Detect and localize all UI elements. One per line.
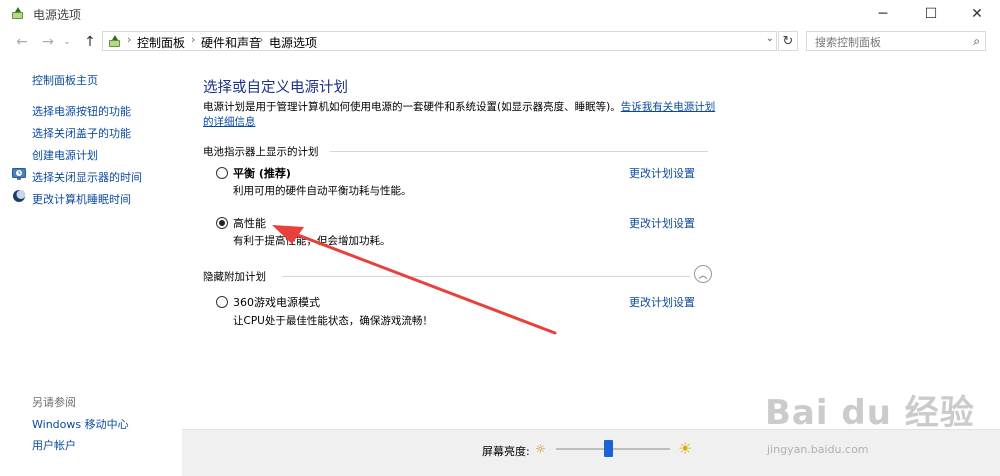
plan-360-game-name[interactable]: 360游戏电源模式 <box>233 294 320 310</box>
collapse-chevron-icon[interactable]: ︿ <box>694 265 712 283</box>
sidebar-item-create-plan[interactable]: 创建电源计划 <box>32 147 98 163</box>
search-box[interactable]: ⌕ <box>806 31 986 51</box>
moon-icon <box>13 190 26 202</box>
see-also-heading: 另请参阅 <box>32 396 76 409</box>
bright-sun-icon: ☀ <box>678 439 693 458</box>
breadcrumb-separator: › <box>191 33 196 46</box>
forward-arrow-icon[interactable]: → <box>38 32 58 52</box>
battery-plans-heading: 电池指示器上显示的计划 <box>203 146 319 158</box>
sidebar-item-sleep-time[interactable]: 更改计算机睡眠时间 <box>32 191 131 207</box>
plan-360-game-radio[interactable] <box>216 296 228 308</box>
plan-360-game-settings-link[interactable]: 更改计划设置 <box>629 294 695 310</box>
power-options-icon <box>12 7 23 19</box>
back-arrow-icon[interactable]: ← <box>12 32 32 52</box>
breadcrumb-separator: › <box>127 33 132 46</box>
plan-high-performance-radio[interactable] <box>216 217 228 229</box>
control-panel-icon <box>109 35 120 47</box>
section-divider <box>282 276 690 277</box>
address-dropdown-icon[interactable]: ⌄ <box>766 33 774 44</box>
section-divider <box>330 151 708 152</box>
page-description: 电源计划是用于管理计算机如何使用电源的一套硬件和系统设置(如显示器亮度、睡眠等)… <box>203 100 723 130</box>
breadcrumb-hardware-sound[interactable]: 硬件和声音 <box>201 34 261 51</box>
plan-balanced-name[interactable]: 平衡 (推荐) <box>233 165 291 181</box>
sidebar-item-power-button[interactable]: 选择电源按钮的功能 <box>32 103 131 119</box>
plan-360-game-description: 让CPU处于最佳性能状态，确保游戏流畅！ <box>233 315 433 327</box>
breadcrumb-separator: › <box>259 33 264 46</box>
search-input[interactable] <box>813 33 967 51</box>
brightness-label: 屏幕亮度: <box>482 445 530 458</box>
sidebar: 控制面板主页 选择电源按钮的功能 选择关闭盖子的功能 创建电源计划 选择关闭显示… <box>0 56 182 476</box>
description-text: 电源计划是用于管理计算机如何使用电源的一套硬件和系统设置(如显示器亮度、睡眠等)… <box>203 101 621 113</box>
brightness-bar: 屏幕亮度: ☼ ☀ <box>182 429 1000 476</box>
hidden-plans-heading: 隐藏附加计划 <box>203 271 266 283</box>
sidebar-item-control-panel-home[interactable]: 控制面板主页 <box>32 72 98 88</box>
plan-balanced-settings-link[interactable]: 更改计划设置 <box>629 165 695 181</box>
plan-balanced-radio[interactable] <box>216 167 228 179</box>
plan-high-performance-description: 有利于提高性能，但会增加功耗。 <box>233 235 391 247</box>
recent-locations-chevron-icon[interactable]: ⌄ <box>60 32 74 52</box>
see-also-user-accounts[interactable]: 用户帐户 <box>32 437 76 453</box>
window-title: 电源选项 <box>33 8 82 22</box>
search-icon[interactable]: ⌕ <box>973 34 980 49</box>
maximize-button[interactable]: ☐ <box>908 0 954 28</box>
breadcrumb-control-panel[interactable]: 控制面板 <box>137 34 185 51</box>
refresh-icon[interactable]: ↻ <box>778 31 798 51</box>
dim-sun-icon: ☼ <box>535 442 546 456</box>
monitor-clock-icon <box>12 168 26 180</box>
minimize-button[interactable]: ─ <box>860 0 906 28</box>
main-content: 选择或自定义电源计划 电源计划是用于管理计算机如何使用电源的一套硬件和系统设置(… <box>182 56 1000 429</box>
brightness-slider-thumb[interactable] <box>604 440 614 457</box>
plan-balanced-description: 利用可用的硬件自动平衡功耗与性能。 <box>233 185 412 197</box>
up-arrow-icon[interactable]: ↑ <box>80 32 100 52</box>
power-options-window: 电源选项 ─ ☐ ✕ ← → ⌄ ↑ › 控制面板 › 硬件和声音 › 电源选项… <box>0 0 1000 476</box>
plan-high-performance-name[interactable]: 高性能 <box>233 215 266 231</box>
title-bar: 电源选项 ─ ☐ ✕ <box>0 0 1000 28</box>
close-button[interactable]: ✕ <box>954 0 1000 28</box>
address-bar[interactable]: › 控制面板 › 硬件和声音 › 电源选项 ⌄ <box>102 31 777 51</box>
sidebar-item-display-off-time[interactable]: 选择关闭显示器的时间 <box>32 169 142 185</box>
page-title: 选择或自定义电源计划 <box>203 80 348 96</box>
sidebar-item-lid-close[interactable]: 选择关闭盖子的功能 <box>32 125 131 141</box>
plan-high-performance-settings-link[interactable]: 更改计划设置 <box>629 215 695 231</box>
see-also-mobility-center[interactable]: Windows 移动中心 <box>32 416 129 432</box>
breadcrumb-power-options[interactable]: 电源选项 <box>269 34 317 51</box>
